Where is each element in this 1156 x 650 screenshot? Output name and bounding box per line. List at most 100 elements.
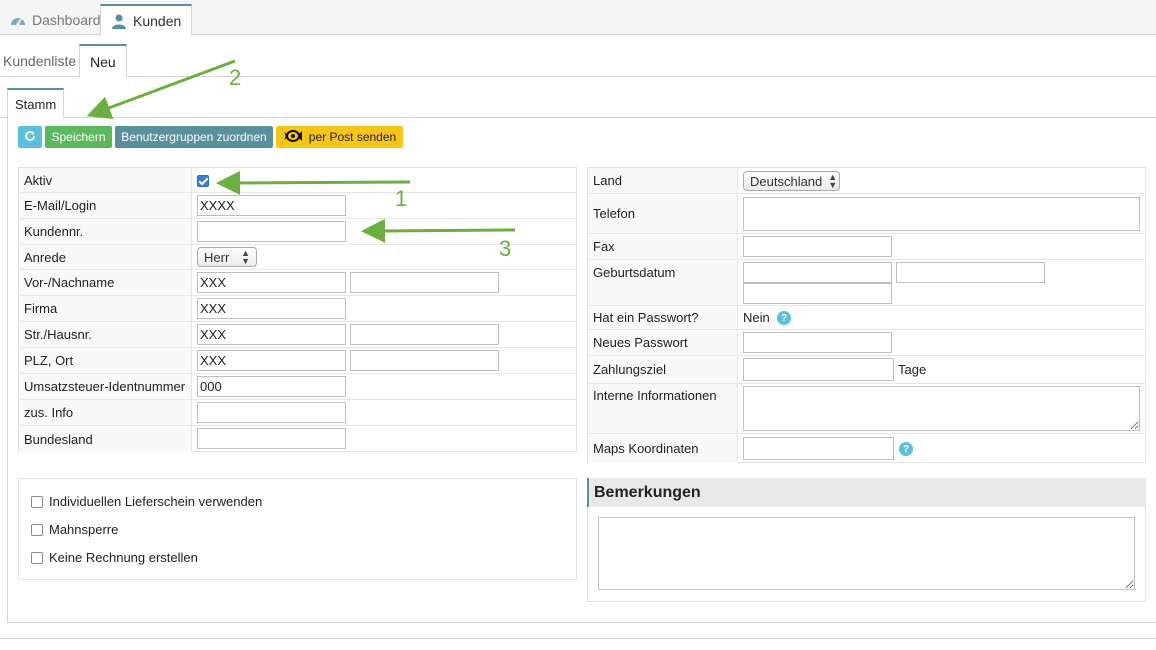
land-label: Land — [588, 168, 738, 193]
hat-passwort-value: Nein — [743, 310, 770, 325]
main-tab-bar: Dashboard Kunden — [0, 0, 1156, 36]
email-input[interactable] — [197, 195, 346, 216]
tab-neu-label: Neu — [90, 53, 116, 70]
interne-info-textarea[interactable] — [743, 386, 1140, 431]
row-land: Land Deutschland ▲ ▼ — [588, 168, 1145, 194]
zahlungsziel-input[interactable] — [743, 358, 894, 381]
tab-kunden[interactable]: Kunden — [100, 4, 193, 36]
tab-stamm[interactable]: Stamm — [7, 88, 65, 119]
last-name-input[interactable] — [350, 272, 499, 293]
options-box: Individuellen Lieferschein verwenden Mah… — [18, 478, 577, 580]
tab-kundenliste-label: Kundenliste — [3, 52, 77, 69]
tab-dashboard[interactable]: Dashboard — [0, 4, 111, 35]
anrede-value: Herr — [204, 249, 230, 265]
send-by-post-label: per Post senden — [308, 130, 397, 144]
annotation-number-1: 1 — [395, 186, 408, 211]
birth-month-input[interactable] — [896, 262, 1045, 283]
fax-input[interactable] — [743, 236, 892, 257]
section-tab-bar: Stamm — [0, 86, 1156, 119]
row-anrede: Anrede Herr ▲ ▼ — [19, 245, 576, 270]
row-email: E-Mail/Login — [19, 193, 576, 219]
city-input[interactable] — [350, 350, 499, 371]
tab-dashboard-label: Dashboard — [32, 11, 101, 28]
option-checkbox[interactable] — [31, 551, 43, 564]
tab-kundenliste[interactable]: Kundenliste — [0, 44, 86, 77]
row-kundennr: Kundennr. — [19, 219, 576, 245]
refresh-button[interactable] — [18, 126, 42, 148]
zip-input[interactable] — [197, 350, 346, 371]
send-by-post-button[interactable]: per Post senden — [276, 126, 403, 148]
tab-kunden-label: Kunden — [133, 12, 182, 29]
row-zahlungsziel: Zahlungsziel Tage — [588, 356, 1145, 384]
row-maps: Maps Koordinaten ? — [588, 434, 1145, 463]
zahlungsziel-label: Zahlungsziel — [588, 356, 738, 383]
annotation-number-2: 2 — [229, 65, 242, 90]
sub-tab-bar: Kundenliste Neu — [0, 44, 1156, 78]
customer-form-left: Aktiv E-Mail/Login Kundennr. Anrede Herr… — [18, 167, 577, 452]
remarks-panel — [587, 507, 1146, 602]
option-checkbox[interactable] — [31, 495, 43, 508]
divider — [0, 638, 1156, 639]
house-number-input[interactable] — [350, 324, 499, 345]
row-info: zus. Info — [19, 400, 576, 426]
land-value: Deutschland — [750, 173, 823, 189]
neues-passwort-label: Neues Passwort — [588, 330, 738, 355]
info-label: zus. Info — [19, 400, 192, 425]
telefon-input[interactable] — [743, 197, 1140, 231]
option-label: Keine Rechnung erstellen — [49, 550, 198, 565]
help-icon[interactable]: ? — [777, 311, 791, 325]
option-individual-delivery-note[interactable]: Individuellen Lieferschein verwenden — [31, 494, 262, 509]
kundennr-label: Kundennr. — [19, 219, 192, 244]
tab-neu[interactable]: Neu — [79, 44, 127, 78]
row-hat-passwort: Hat ein Passwort? Nein ? — [588, 306, 1145, 330]
strasse-label: Str./Hausnr. — [19, 322, 192, 347]
help-icon[interactable]: ? — [899, 442, 913, 456]
option-no-invoice[interactable]: Keine Rechnung erstellen — [31, 550, 198, 565]
street-input[interactable] — [197, 324, 346, 345]
kundennr-input[interactable] — [197, 221, 346, 242]
maps-input[interactable] — [743, 437, 894, 460]
aktiv-label: Aktiv — [19, 168, 192, 192]
row-name: Vor-/Nachname — [19, 270, 576, 296]
birth-year-input[interactable] — [743, 283, 892, 304]
remarks-textarea[interactable] — [598, 517, 1135, 590]
maps-label: Maps Koordinaten — [588, 434, 738, 463]
info-input[interactable] — [197, 402, 346, 423]
vat-id-input[interactable] — [197, 376, 346, 397]
new-password-input[interactable] — [743, 332, 892, 353]
hat-passwort-label: Hat ein Passwort? — [588, 306, 738, 329]
fax-label: Fax — [588, 234, 738, 259]
row-telefon: Telefon — [588, 194, 1145, 234]
row-aktiv: Aktiv — [19, 168, 576, 193]
assign-user-groups-button[interactable]: Benutzergruppen zuordnen — [115, 126, 273, 148]
row-geburtsdatum: Geburtsdatum — [588, 260, 1145, 306]
anrede-select[interactable]: Herr ▲ ▼ — [197, 247, 257, 267]
select-arrows-icon: ▲ ▼ — [241, 248, 250, 266]
anrede-label: Anrede — [19, 245, 192, 269]
first-name-input[interactable] — [197, 272, 346, 293]
ust-label: Umsatzsteuer-Identnummer — [19, 374, 192, 399]
firma-input[interactable] — [197, 298, 346, 319]
birth-day-input[interactable] — [743, 262, 892, 283]
row-strasse: Str./Hausnr. — [19, 322, 576, 348]
option-checkbox[interactable] — [31, 523, 43, 536]
bundesland-input[interactable] — [197, 428, 346, 449]
interne-info-label: Interne Informationen — [588, 384, 738, 433]
aktiv-checkbox[interactable] — [197, 175, 209, 187]
row-bundesland: Bundesland — [19, 426, 576, 452]
row-fax: Fax — [588, 234, 1145, 260]
option-dunning-block[interactable]: Mahnsperre — [31, 522, 118, 537]
row-firma: Firma — [19, 296, 576, 322]
row-plz: PLZ, Ort — [19, 348, 576, 374]
tab-stamm-label: Stamm — [15, 96, 57, 112]
select-arrows-icon: ▲ ▼ — [828, 172, 838, 190]
land-select[interactable]: Deutschland ▲ ▼ — [743, 171, 840, 191]
bundesland-label: Bundesland — [19, 426, 192, 452]
email-label: E-Mail/Login — [19, 193, 192, 218]
remarks-heading: Bemerkungen — [587, 478, 1146, 507]
telefon-label: Telefon — [588, 194, 738, 233]
annotation-number-3: 3 — [499, 236, 512, 261]
option-label: Mahnsperre — [49, 522, 119, 537]
save-button[interactable]: Speichern — [45, 126, 112, 148]
post-horn-icon — [283, 129, 303, 146]
